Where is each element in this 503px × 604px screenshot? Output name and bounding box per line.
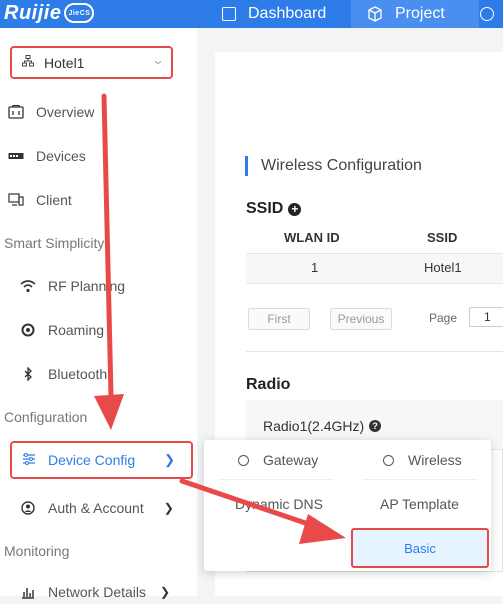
- sidebar-item-auth-account[interactable]: Auth & Account ❯: [20, 496, 174, 520]
- sidebar-item-devices[interactable]: Devices: [8, 144, 86, 168]
- submenu-item-label: Gateway: [263, 452, 319, 468]
- sidebar-item-label: RF Planning: [48, 278, 126, 294]
- add-ssid-icon[interactable]: +: [288, 202, 302, 216]
- user-circle-icon: [20, 501, 36, 515]
- cell-wlan-id: 1: [311, 260, 319, 275]
- sidebar-item-label: Overview: [36, 104, 95, 120]
- help-icon[interactable]: ?: [369, 420, 382, 432]
- chevron-right-icon: ❯: [160, 585, 171, 599]
- radio1-label: Radio1(2.4GHz) ?: [263, 418, 382, 434]
- wireless-icon: [383, 454, 394, 466]
- section-monitoring: Monitoring: [4, 543, 70, 559]
- tab-dashboard-label: Dashboard: [248, 5, 327, 22]
- sidebar-item-client[interactable]: Client: [8, 188, 72, 212]
- table-row[interactable]: [246, 253, 503, 284]
- submenu-item-basic[interactable]: Basic: [351, 528, 489, 568]
- gateway-icon: [238, 454, 249, 466]
- roaming-icon: [20, 323, 36, 337]
- page-title: Wireless Configuration: [261, 157, 422, 174]
- divider: [246, 351, 503, 352]
- submenu-item-label: Wireless: [408, 452, 462, 468]
- chevron-down-icon: ⌄: [150, 53, 166, 67]
- section-smart-simplicity: Smart Simplicity: [4, 235, 105, 251]
- chevron-right-icon: ❯: [164, 452, 175, 467]
- project-selector-value: Hotel1: [44, 54, 85, 71]
- wifi-icon: [20, 279, 36, 293]
- submenu-item-dynamic-dns[interactable]: Dynamic DNS: [235, 496, 323, 512]
- tab-project-label: Project: [395, 5, 445, 22]
- ssid-heading: SSID +: [246, 200, 302, 218]
- project-selector[interactable]: Hotel1 ⌄: [10, 46, 173, 79]
- cube-icon: [367, 6, 383, 22]
- title-accent-bar: [245, 156, 248, 176]
- sidebar-item-overview[interactable]: Overview: [8, 100, 94, 124]
- overview-icon: [8, 105, 24, 119]
- logo-cloud-badge: JieCS: [64, 3, 95, 23]
- top-navigation-bar: Ruijie JieCS Dashboard Project: [0, 0, 503, 28]
- pagination-page-label: Page: [429, 311, 458, 325]
- logo-text: Ruijie: [4, 1, 62, 24]
- sidebar-item-label: Devices: [36, 148, 86, 164]
- pagination-page-input[interactable]: 1: [469, 307, 503, 327]
- radio-heading: Radio: [246, 376, 291, 393]
- col-header-wlan-id: WLAN ID: [284, 230, 340, 245]
- sidebar-item-device-config[interactable]: Device Config ❯: [10, 441, 193, 479]
- sidebar-item-label: Client: [36, 192, 72, 208]
- ruijie-logo[interactable]: Ruijie JieCS: [4, 0, 95, 26]
- client-icon: [8, 193, 24, 207]
- devices-icon: [8, 152, 24, 160]
- sidebar-item-network-details[interactable]: Network Details ❯: [20, 580, 170, 604]
- chevron-right-icon: ❯: [163, 501, 174, 515]
- radio1-label-text: Radio1(2.4GHz): [263, 418, 365, 434]
- ssid-heading-label: SSID: [246, 200, 284, 217]
- col-header-ssid: SSID: [427, 230, 458, 245]
- more-menu[interactable]: [480, 0, 503, 28]
- divider: [362, 479, 477, 480]
- sidebar-item-rf-planning[interactable]: RF Planning: [20, 274, 125, 298]
- sidebar-item-label: Roaming: [48, 322, 105, 338]
- sidebar-item-label: Auth & Account: [48, 500, 144, 516]
- sidebar-item-roaming[interactable]: Roaming: [20, 318, 104, 342]
- sliders-icon: [22, 452, 36, 468]
- section-configuration: Configuration: [4, 409, 88, 425]
- submenu-item-ap-template[interactable]: AP Template: [380, 496, 459, 512]
- pagination-previous-button[interactable]: Previous: [330, 308, 392, 330]
- sidebar-item-label: Network Details: [48, 584, 147, 600]
- submenu-item-wireless[interactable]: Wireless: [383, 452, 462, 468]
- divider: [218, 479, 333, 480]
- more-icon: [480, 7, 494, 21]
- sidebar-item-bluetooth[interactable]: Bluetooth: [20, 362, 107, 386]
- dashboard-icon: [222, 7, 236, 21]
- chart-icon: [20, 585, 36, 599]
- sidebar-item-label: Bluetooth: [48, 366, 108, 382]
- bluetooth-icon: [20, 367, 36, 381]
- sidebar-item-label: Device Config: [48, 452, 136, 468]
- submenu-item-gateway[interactable]: Gateway: [238, 452, 318, 468]
- pagination-first-button[interactable]: First: [248, 308, 310, 330]
- tab-project[interactable]: Project: [351, 0, 479, 28]
- tab-dashboard[interactable]: Dashboard: [222, 0, 350, 28]
- cell-ssid: Hotel1: [424, 260, 462, 275]
- network-tree-icon: [22, 55, 34, 70]
